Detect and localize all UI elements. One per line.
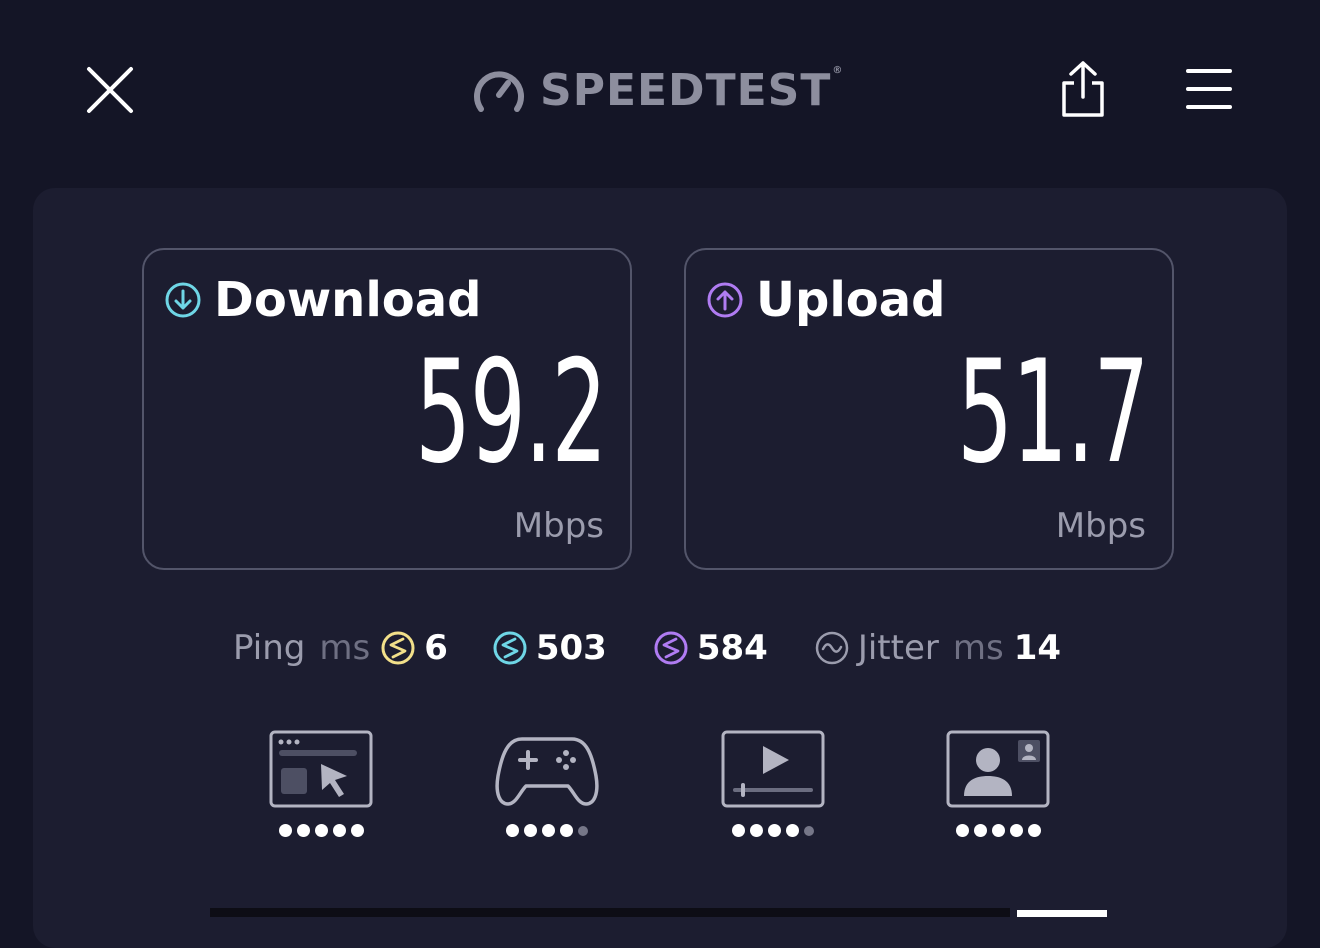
- rating-dot-filled: [732, 824, 745, 837]
- rating-dot-filled: [350, 824, 364, 837]
- video-call-icon: [946, 730, 1050, 808]
- brand-mark: ®: [832, 64, 844, 76]
- video-streaming-icon: [721, 730, 825, 808]
- upload-latency-icon: [654, 631, 688, 665]
- arrow-up-circle-icon: [707, 282, 743, 318]
- menu-button[interactable]: [1182, 62, 1236, 116]
- jitter-icon: [815, 631, 849, 665]
- web-browsing-icon: [269, 730, 373, 808]
- speedtest-logo: SPEEDTEST®: [472, 62, 843, 118]
- upload-latency-value: 584: [696, 628, 768, 668]
- rating-dot-filled: [542, 824, 555, 837]
- video-call-rating[interactable]: [944, 728, 1052, 837]
- video-streaming-rating[interactable]: [719, 728, 827, 837]
- web-browsing-rating[interactable]: [267, 728, 375, 837]
- rating-dot-empty: [578, 825, 588, 836]
- rating-dot-filled: [750, 824, 763, 837]
- rating-dot-filled: [506, 824, 519, 837]
- download-unit: Mbps: [513, 506, 604, 546]
- rating-dot-filled: [314, 824, 328, 837]
- jitter-unit: ms: [952, 628, 1004, 668]
- app-header: SPEEDTEST®: [0, 0, 1320, 180]
- rating-dot-filled: [332, 824, 346, 837]
- brand-name: SPEEDTEST: [540, 64, 832, 116]
- download-latency-value: 503: [535, 628, 607, 668]
- menu-icon: [1186, 69, 1232, 109]
- rating-dot-filled: [1027, 824, 1041, 837]
- close-icon: [87, 67, 133, 113]
- jitter: Jitter ms 14: [814, 628, 1061, 668]
- rating-dot-filled: [768, 824, 781, 837]
- jitter-label: Jitter: [857, 628, 939, 668]
- upload-unit: Mbps: [1055, 506, 1146, 546]
- download-speed-value: 59.2: [414, 330, 607, 495]
- ping-idle: Ping ms 6: [233, 628, 448, 668]
- ping-unit: ms: [319, 628, 371, 668]
- share-icon: [1062, 61, 1104, 117]
- ad-banner[interactable]: [210, 908, 1010, 917]
- rating-dot-filled: [991, 824, 1005, 837]
- rating-dot-filled: [955, 824, 969, 837]
- gaming-dots: [506, 824, 588, 837]
- gaming-icon: [495, 737, 599, 806]
- download-latency: 503: [492, 628, 607, 668]
- rating-dot-filled: [524, 824, 537, 837]
- download-latency-icon: [493, 631, 527, 665]
- video-streaming-dots: [732, 824, 814, 837]
- download-title: Download: [214, 272, 482, 328]
- ping-label: Ping: [233, 628, 306, 668]
- jitter-value: 14: [1013, 628, 1062, 668]
- arrow-down-circle-icon: [165, 282, 201, 318]
- rating-dot-filled: [296, 824, 310, 837]
- web-browsing-dots: [278, 824, 364, 837]
- rating-dot-filled: [278, 824, 292, 837]
- upload-latency: 584: [653, 628, 768, 668]
- close-button[interactable]: [82, 62, 138, 118]
- rating-dot-filled: [786, 824, 799, 837]
- rating-dot-filled: [1009, 824, 1023, 837]
- speedometer-icon: [474, 71, 524, 112]
- idle-latency-icon: [381, 631, 415, 665]
- download-card: Download 59.2 Mbps: [142, 248, 632, 570]
- latency-metrics: Ping ms 6 503 584 Jitter ms 14: [233, 626, 1061, 670]
- idle-ping-value: 6: [424, 628, 448, 668]
- rating-dot-filled: [973, 824, 987, 837]
- results-panel: Download 59.2 Mbps Upload 51.7 Mbps Ping…: [33, 188, 1287, 948]
- gaming-rating[interactable]: [493, 728, 601, 837]
- ad-banner-badge: [1017, 910, 1107, 917]
- video-call-dots: [955, 824, 1041, 837]
- upload-card: Upload 51.7 Mbps: [684, 248, 1174, 570]
- upload-speed-value: 51.7: [956, 330, 1149, 495]
- rating-dot-filled: [560, 824, 573, 837]
- rating-dot-empty: [804, 825, 814, 836]
- upload-title: Upload: [756, 272, 946, 328]
- share-button[interactable]: [1056, 58, 1110, 120]
